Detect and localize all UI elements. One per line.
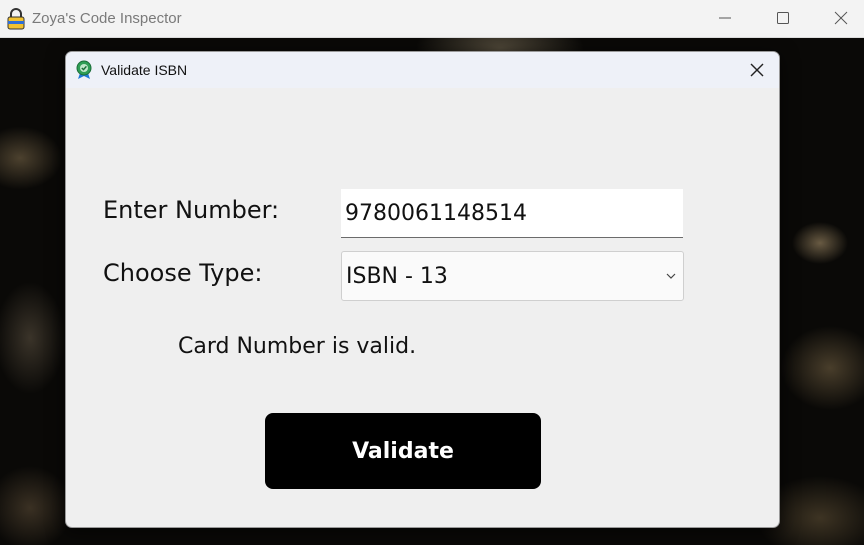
close-icon	[834, 11, 848, 25]
dialog-title-bar: Validate ISBN	[66, 52, 779, 88]
dialog-title: Validate ISBN	[101, 62, 188, 78]
type-selected-value: ISBN - 13	[346, 264, 448, 289]
maximize-icon	[777, 12, 789, 24]
maximize-button[interactable]	[760, 0, 806, 37]
badge-check-icon	[75, 60, 93, 80]
dialog-close-button[interactable]	[742, 55, 772, 85]
minimize-button[interactable]	[702, 0, 748, 37]
app-title: Zoya's Code Inspector	[32, 10, 182, 27]
number-input[interactable]	[341, 189, 683, 238]
enter-number-label: Enter Number:	[103, 196, 280, 224]
type-dropdown[interactable]: ISBN - 13	[341, 251, 684, 301]
choose-type-label: Choose Type:	[103, 259, 263, 287]
validate-button[interactable]: Validate	[265, 413, 541, 489]
main-title-bar: Zoya's Code Inspector	[0, 0, 864, 38]
padlock-icon	[6, 8, 26, 30]
close-icon	[750, 63, 764, 77]
close-window-button[interactable]	[818, 0, 864, 37]
chevron-down-icon	[666, 273, 676, 279]
minimize-icon	[719, 17, 731, 19]
validation-status: Card Number is valid.	[178, 334, 417, 359]
validate-dialog: Validate ISBN Enter Number: Choose Type:…	[65, 51, 780, 528]
